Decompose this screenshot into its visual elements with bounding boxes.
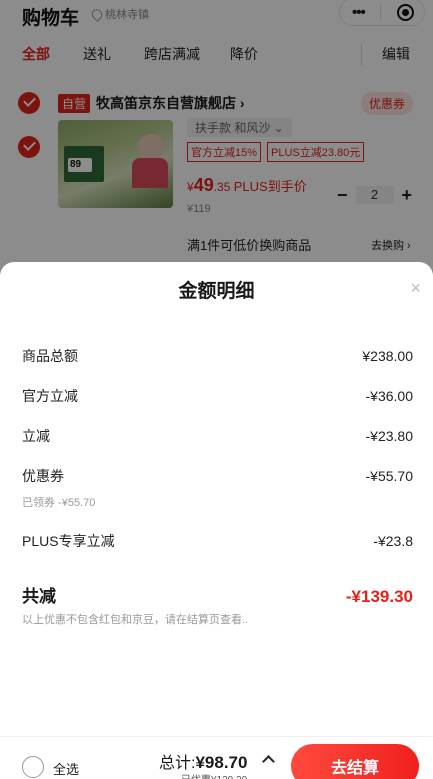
detail-amount: -¥23.80	[365, 428, 413, 444]
total-price: 总计:¥98.70	[159, 749, 247, 773]
detail-label: 商品总额	[22, 348, 78, 364]
detail-amount: -¥36.00	[365, 388, 413, 404]
checkout-bar: 全选 总计:¥98.70 已优惠¥139.30 去结算	[0, 736, 433, 779]
detail-row-official: 官方立减 -¥36.00	[22, 386, 413, 406]
total-discount-amount: -¥139.30	[345, 587, 413, 606]
detail-amount: -¥55.70	[365, 468, 413, 484]
total-discount-row: 共减 -¥139.30	[22, 582, 413, 607]
total-prefix: 总计:	[159, 755, 196, 772]
detail-amount: -¥23.8	[373, 533, 413, 549]
total-value: ¥98.70	[195, 753, 248, 772]
discount-footnote: 以上优惠不包含红包和京豆，请在结算页查看..	[22, 614, 249, 626]
detail-label: 优惠券	[22, 468, 64, 484]
checkout-button[interactable]: 去结算	[291, 744, 419, 779]
chevron-up-icon[interactable]	[262, 755, 275, 768]
sheet-title: 金额明细	[178, 281, 255, 302]
close-icon[interactable]: ×	[410, 278, 421, 299]
detail-label: 立减	[22, 428, 50, 444]
amount-detail-sheet: 金额明细 × 商品总额 ¥238.00 官方立减 -¥36.00 立减 -¥23…	[0, 262, 433, 779]
detail-row-total: 商品总额 ¥238.00	[22, 346, 413, 366]
detail-row-coupon: 优惠券 -¥55.70	[22, 466, 413, 486]
detail-row-instant: 立减 -¥23.80	[22, 426, 413, 446]
detail-row-plus: PLUS专享立减 -¥23.8	[22, 531, 413, 551]
detail-amount: ¥238.00	[362, 348, 413, 364]
coupon-note: 已领券 -¥55.70	[22, 497, 96, 509]
saved-amount: 已优惠¥139.30	[181, 771, 247, 779]
total-discount-label: 共减	[22, 587, 56, 606]
select-all-checkbox[interactable]	[22, 756, 44, 778]
select-all-label[interactable]: 全选	[53, 759, 79, 778]
detail-label: 官方立减	[22, 388, 78, 404]
detail-label: PLUS专享立减	[22, 533, 115, 549]
